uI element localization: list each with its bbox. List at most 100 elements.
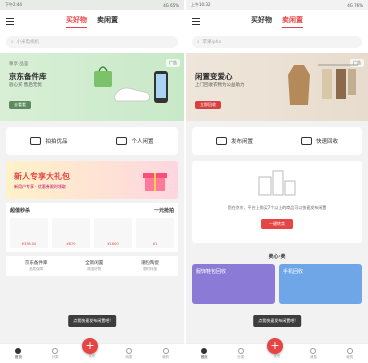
nav-label: 首页 (14, 354, 22, 359)
banner[interactable]: 闲置变爱心 上门回收衣物为公益助力 立即回收 广告 (186, 53, 368, 121)
banner-title: 京东备件库 (9, 72, 47, 81)
category-item[interactable]: 潮包陶瓷 限时特惠 (141, 260, 159, 272)
quick-recycle[interactable]: 快速回收 (300, 137, 338, 145)
nav-publish[interactable]: + 发布 (81, 338, 102, 359)
product-price: ¥870 (66, 242, 76, 246)
product-price: ¥1600 (107, 242, 119, 246)
home-icon (201, 347, 208, 354)
tab-sell[interactable]: 卖闲置 (97, 15, 118, 28)
nav-label: 发布 (88, 354, 96, 358)
promo-banner[interactable]: 新人专享大礼包 新用户专享 · 优惠券限时领取 (6, 161, 178, 199)
quick-label: 发布闲置 (230, 139, 253, 145)
nav-mine[interactable]: 我的 (156, 347, 176, 360)
tab-buy[interactable]: 买好物 (251, 15, 272, 28)
status-time: 上午10:32 (191, 2, 211, 7)
nav-label: 首页 (200, 354, 208, 359)
nav-label: 分类 (237, 354, 245, 359)
tab-bar: 买好物 卖闲置 (251, 15, 303, 28)
nav-label: 我的 (162, 354, 170, 359)
nav-home[interactable]: 首页 (8, 347, 28, 360)
nav-label: 消息 (125, 354, 133, 359)
banner-button[interactable]: 立即回收 (195, 101, 221, 109)
resell-button[interactable]: 一键转卖 (261, 219, 293, 229)
phone-recycle-card[interactable]: 手机回收 (279, 264, 362, 304)
publish-toast[interactable]: 点我快速发布闲置吧! (253, 315, 301, 327)
product-price: ¥336.00 (21, 242, 37, 246)
promo-subtitle: 新用户专享 · 优惠券限时领取 (14, 184, 66, 189)
category-item[interactable]: 京东备件库 品质保障 (25, 260, 48, 272)
banner[interactable]: 尊享·品鉴 京东备件库 验心买 售后无忧 去看看 广告 (0, 53, 184, 121)
nav-message[interactable]: 消息 (303, 347, 323, 360)
search-icon: ⌕ (11, 40, 14, 45)
banner-title: 闲置变爱心 (195, 72, 233, 81)
quick-entry-card: 发布闲置 快速回收 (192, 127, 362, 155)
tag-icon (116, 137, 128, 145)
nav-label: 发布 (273, 354, 281, 358)
nav-message[interactable]: 消息 (119, 347, 139, 360)
one-yuan-link[interactable]: 一元抢拍 (154, 207, 174, 214)
nav-home[interactable]: 首页 (194, 347, 214, 360)
clothes-rack-image (318, 64, 358, 99)
category-sub: 品质保障 (29, 267, 44, 271)
nav-label: 我的 (346, 354, 354, 359)
message-icon (310, 347, 317, 354)
user-icon (162, 347, 169, 354)
message-icon (125, 347, 132, 354)
search-wrap: ⌕ 苹果ipho (186, 32, 368, 53)
shop-icon (30, 137, 42, 145)
plus-icon: + (81, 338, 98, 354)
publish-toast[interactable]: 点我快速发布闲置吧! (68, 315, 116, 327)
category-icon (237, 347, 244, 354)
category-sub: 限时特惠 (143, 267, 158, 271)
quick-paipai[interactable]: 拍拍优品 (30, 137, 68, 145)
sale-product[interactable]: ¥870 (52, 218, 90, 248)
status-bar: 上午10:32 4G 76% (186, 0, 368, 10)
screen-sell: 上午10:32 4G 76% 买好物 卖闲置 ⌕ 苹果ipho 闲置变爱心 上门… (184, 0, 368, 363)
sneaker-image (113, 87, 151, 102)
menu-icon[interactable] (6, 18, 14, 25)
nav-publish[interactable]: + 发布 (266, 338, 287, 359)
search-input[interactable]: ⌕ 苹果ipho (192, 36, 362, 48)
banner-subtitle: 验心买 售后无忧 (9, 83, 42, 88)
tab-sell[interactable]: 卖闲置 (282, 15, 303, 28)
clothing-recycle-card[interactable]: 服饰鞋包回收 (192, 264, 275, 304)
phone-image (154, 71, 168, 103)
tab-buy[interactable]: 买好物 (66, 15, 87, 28)
category-sub: 精选好物 (87, 267, 102, 271)
flash-sale-title: 超值秒杀 (10, 208, 31, 214)
tab-bar: 买好物 卖闲置 (66, 15, 118, 28)
category-row: 京东备件库 品质保障 全新闲置 精选好物 潮包陶瓷 限时特惠 (6, 256, 178, 276)
nav-mine[interactable]: 我的 (340, 347, 360, 360)
quick-label: 个人闲置 (131, 139, 154, 145)
recycle-icon (300, 137, 312, 145)
home-icon (15, 347, 22, 354)
section-title: 卖心·卖 (268, 254, 286, 260)
search-input[interactable]: ⌕ 小米电视机 (6, 36, 178, 48)
plus-icon: + (266, 338, 283, 354)
banner-button[interactable]: 去看看 (9, 101, 31, 109)
nav-label: 分类 (51, 354, 59, 359)
nav-label: 消息 (309, 354, 317, 359)
category-name: 全新闲置 (85, 261, 104, 266)
nav-category[interactable]: 分类 (45, 347, 65, 360)
flash-sale: 超值秒杀 一元抢拍 ¥336.00 ¥870 ¥1600 ¥1 (6, 203, 178, 252)
category-icon (52, 347, 59, 354)
ad-badge: 广告 (166, 59, 180, 67)
status-bar: 下午2:44 4G 65% (0, 0, 184, 10)
sale-product[interactable]: ¥1 (136, 218, 174, 248)
search-placeholder: 小米电视机 (16, 40, 40, 45)
search-icon: ⌕ (197, 40, 200, 45)
quick-personal[interactable]: 个人闲置 (116, 137, 154, 145)
quick-label: 拍拍优品 (45, 139, 68, 145)
category-item[interactable]: 全新闲置 精选好物 (85, 260, 103, 272)
menu-icon[interactable] (192, 18, 200, 25)
nav-category[interactable]: 分类 (231, 347, 251, 360)
sale-product[interactable]: ¥1600 (94, 218, 132, 248)
banner-subtitle: 上门回收衣物为公益助力 (195, 83, 245, 88)
empty-illustration (258, 170, 296, 196)
quick-entry-card: 拍拍优品 个人闲置 (6, 127, 178, 155)
quick-publish[interactable]: 发布闲置 (215, 137, 253, 145)
category-name: 京东备件库 (24, 261, 48, 266)
user-icon (346, 347, 353, 354)
sale-product[interactable]: ¥336.00 (10, 218, 48, 248)
